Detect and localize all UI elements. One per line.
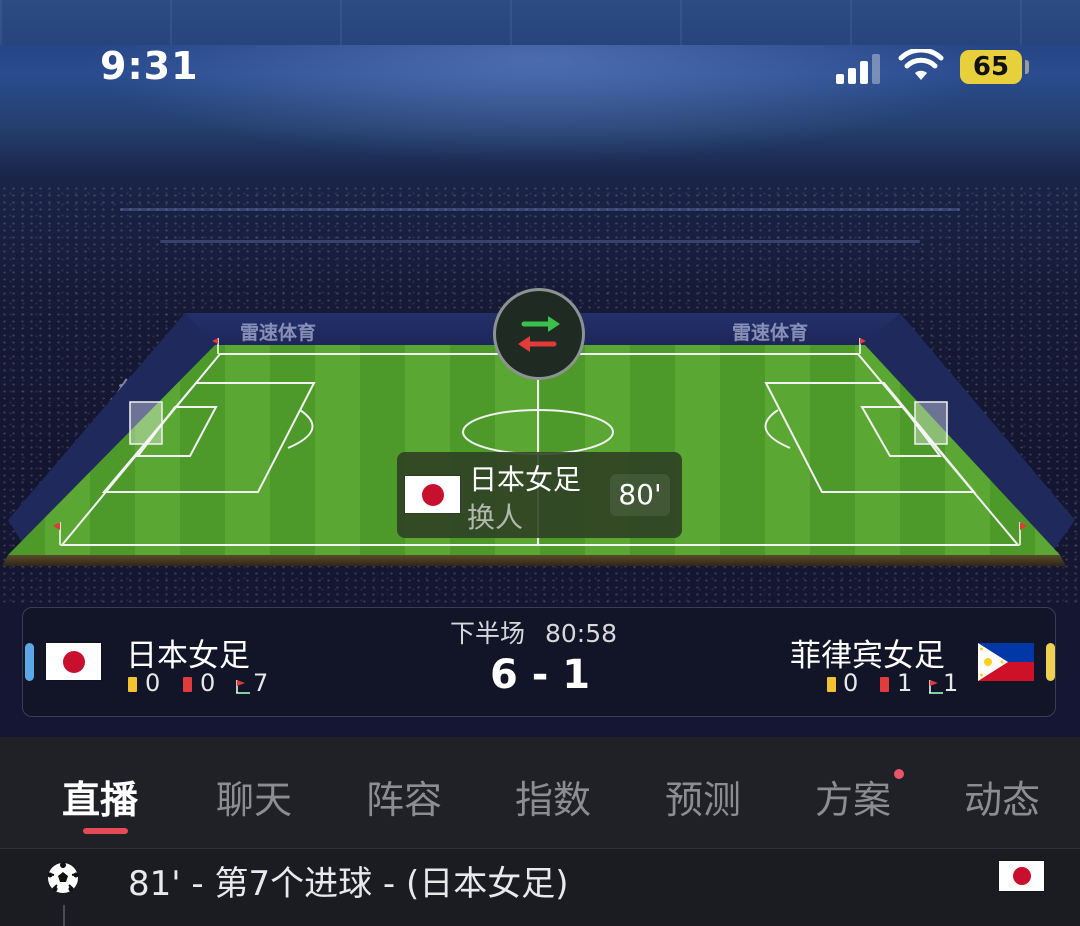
red-card-icon [880,677,889,692]
tab-lineup[interactable]: 阵容 [366,769,442,824]
home-color-bar [25,643,34,681]
tab-news[interactable]: 动态 [964,769,1040,824]
active-tab-indicator [83,828,128,834]
away-team-name[interactable]: 菲律宾女足 [790,630,945,675]
red-card-icon [183,677,192,692]
away-red-count: 1 [897,669,913,697]
period-label: 下半场 [450,619,526,648]
match-clock: 80:58 [544,619,618,648]
event-type: 换人 [467,501,524,534]
soccer-ball-icon [47,862,79,893]
substitution-icon [518,316,560,352]
notification-dot [894,769,904,779]
yellow-card-icon [827,677,836,692]
home-yellow-count: 0 [145,669,161,697]
away-corner-count: 1 [943,669,959,697]
yellow-card-icon [128,677,137,692]
event-minute: 80' [610,474,670,516]
match-score: 6 - 1 [489,652,591,698]
japan-flag-icon [999,861,1044,891]
feed-item-text: 81' - 第7个进球 - (日本女足) [128,864,569,904]
away-color-bar [1046,643,1055,681]
tab-chat[interactable]: 聊天 [216,769,292,824]
event-team: 日本女足 [469,463,582,496]
tab-odds[interactable]: 指数 [515,769,591,824]
match-period: 下半场 80:58 [450,614,617,650]
tab-live[interactable]: 直播 [62,769,138,824]
corner-flag-icon [236,680,250,694]
home-red-count: 0 [200,669,216,697]
japan-flag-icon [46,643,101,680]
substitution-button[interactable] [493,288,585,380]
tab-prediction[interactable]: 预测 [665,769,741,824]
home-corner-count: 7 [253,669,269,697]
away-yellow-count: 0 [843,669,859,697]
philippines-flag-icon [978,643,1034,681]
timeline-line [63,905,65,926]
tab-plans[interactable]: 方案 [815,769,891,824]
japan-flag-icon [405,476,460,513]
